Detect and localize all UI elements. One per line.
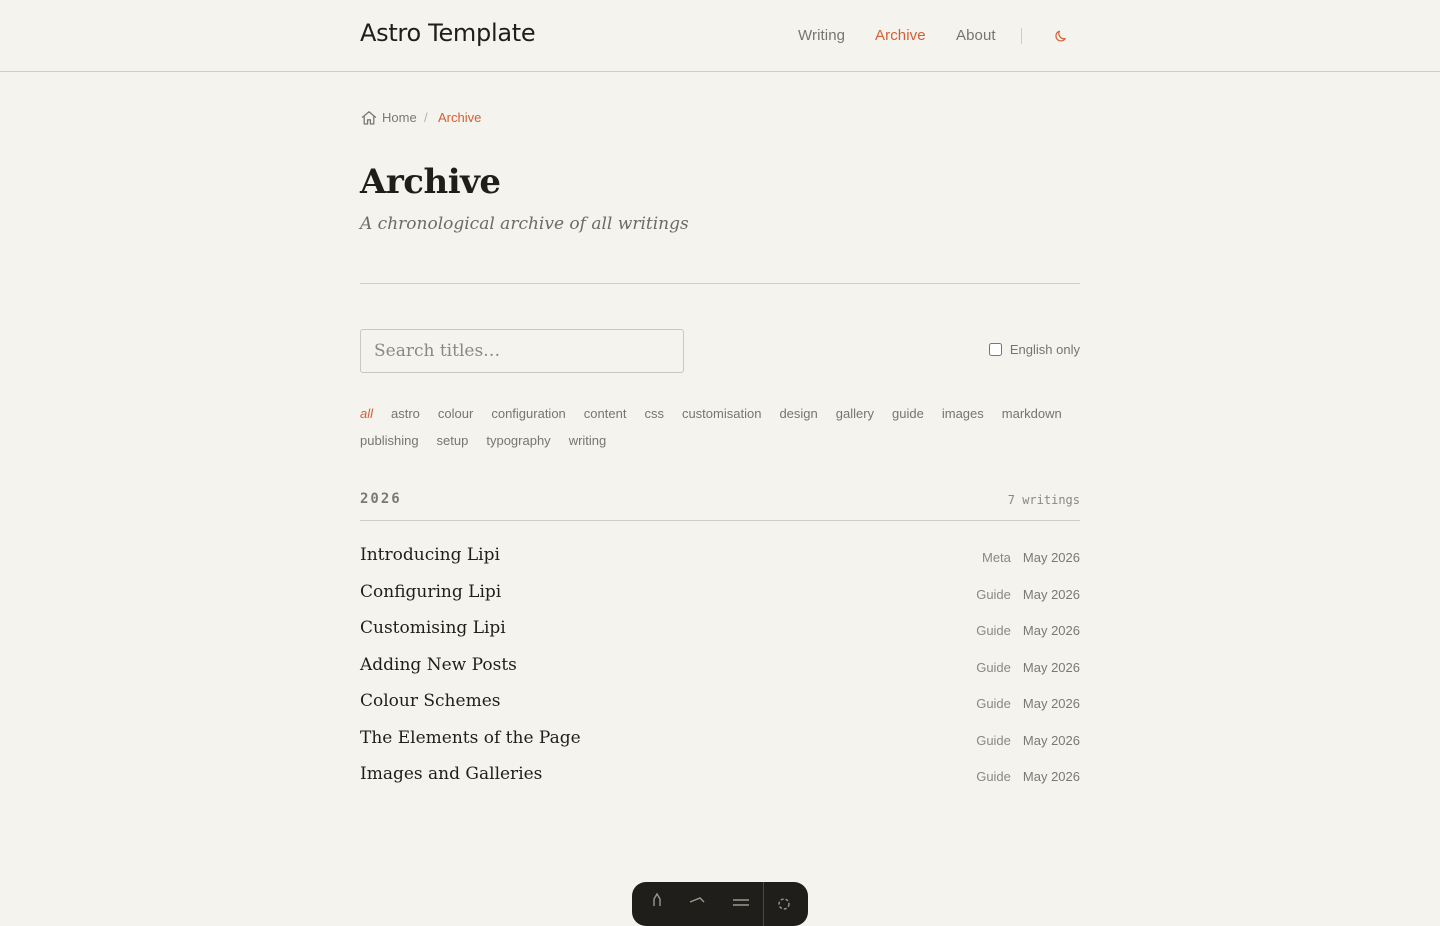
tag-astro[interactable]: astro xyxy=(391,400,420,427)
breadcrumb-separator: / xyxy=(424,110,428,125)
breadcrumb-home-label: Home xyxy=(382,110,417,125)
nav-about[interactable]: About xyxy=(956,27,996,44)
post-meta: Guide May 2026 xyxy=(976,769,1080,784)
post-row[interactable]: Introducing Lipi Meta May 2026 xyxy=(360,538,1080,575)
post-date: May 2026 xyxy=(1022,732,1080,748)
post-date: May 2026 xyxy=(1022,550,1080,565)
tag-filter-list: all astro colour configuration content css cus… xyxy=(360,400,1080,454)
post-category: Guide xyxy=(976,769,1011,784)
tag-publishing[interactable]: publishing xyxy=(360,427,419,454)
tag-design[interactable]: design xyxy=(779,400,817,427)
year-group-header: 2026 7 writings xyxy=(360,491,1080,511)
tag-all[interactable]: all xyxy=(360,400,373,427)
gear-icon xyxy=(778,898,790,910)
moon-icon xyxy=(1055,30,1066,42)
post-title[interactable]: Adding New Posts xyxy=(360,655,517,675)
post-category: Guide xyxy=(976,732,1011,748)
post-row[interactable]: Adding New Posts Guide May 2026 xyxy=(360,648,1080,685)
post-category: Meta xyxy=(982,550,1011,565)
tag-configuration[interactable]: configuration xyxy=(491,400,565,427)
home-icon xyxy=(361,111,377,125)
post-row[interactable]: The Elements of the Page Guide May 2026 xyxy=(360,721,1080,758)
nav-writing[interactable]: Writing xyxy=(798,27,845,44)
english-only-toggle[interactable]: English only xyxy=(988,342,1080,357)
post-title[interactable]: Configuring Lipi xyxy=(360,582,501,602)
year-divider xyxy=(360,520,1080,521)
site-title-link[interactable]: Astro Template xyxy=(360,19,536,47)
dock-menu-button[interactable] xyxy=(731,890,751,910)
page-title: Archive xyxy=(360,162,501,202)
post-title[interactable]: Customising Lipi xyxy=(360,618,506,638)
post-date: May 2026 xyxy=(1022,623,1080,638)
post-list: Introducing Lipi Meta May 2026 Configurin… xyxy=(360,538,1080,794)
dock-pen-button[interactable] xyxy=(647,890,667,910)
tag-guide[interactable]: guide xyxy=(892,400,924,427)
page-subtitle: A chronological archive of all writings xyxy=(360,214,689,234)
post-date: May 2026 xyxy=(1022,696,1080,711)
dock-divider xyxy=(763,882,764,926)
post-row[interactable]: Images and Galleries Guide May 2026 xyxy=(360,757,1080,794)
post-category: Guide xyxy=(976,586,1011,602)
post-meta: Guide May 2026 xyxy=(976,623,1080,638)
nav-archive[interactable]: Archive xyxy=(875,27,926,44)
post-title[interactable]: Introducing Lipi xyxy=(360,545,500,565)
post-category: Guide xyxy=(976,623,1011,638)
tag-markdown[interactable]: markdown xyxy=(1002,400,1062,427)
post-category: Guide xyxy=(976,696,1011,711)
tag-css[interactable]: css xyxy=(644,400,664,427)
tag-typography[interactable]: typography xyxy=(486,427,550,454)
tag-writing[interactable]: writing xyxy=(569,427,607,454)
tag-gallery[interactable]: gallery xyxy=(836,400,874,427)
tag-images[interactable]: images xyxy=(942,400,984,427)
floating-dock xyxy=(632,882,808,926)
tag-content[interactable]: content xyxy=(584,400,627,427)
post-row[interactable]: Customising Lipi Guide May 2026 xyxy=(360,611,1080,648)
nav-divider xyxy=(1021,28,1022,44)
theme-toggle-button[interactable] xyxy=(1052,26,1072,46)
pen-icon xyxy=(653,892,661,906)
post-meta: Guide May 2026 xyxy=(976,733,1080,748)
post-meta: Meta May 2026 xyxy=(982,550,1080,565)
writings-count: 7 writings xyxy=(1007,493,1080,507)
post-meta: Guide May 2026 xyxy=(976,587,1080,602)
highlight-icon xyxy=(689,897,705,903)
post-title[interactable]: Images and Galleries xyxy=(360,764,542,784)
menu-icon xyxy=(733,899,749,906)
post-date: May 2026 xyxy=(1022,769,1080,784)
header-divider xyxy=(360,283,1080,284)
post-row[interactable]: Colour Schemes Guide May 2026 xyxy=(360,684,1080,721)
breadcrumb-current: Archive xyxy=(438,110,482,125)
post-category: Guide xyxy=(976,659,1011,675)
tag-customisation[interactable]: customisation xyxy=(682,400,761,427)
tag-colour[interactable]: colour xyxy=(438,400,473,427)
post-title[interactable]: The Elements of the Page xyxy=(360,728,581,748)
search-input[interactable] xyxy=(360,329,684,373)
post-row[interactable]: Configuring Lipi Guide May 2026 xyxy=(360,575,1080,612)
dock-highlight-button[interactable] xyxy=(687,890,707,910)
year-label: 2026 xyxy=(360,491,402,507)
post-title[interactable]: Colour Schemes xyxy=(360,691,500,711)
site-header: Astro Template Writing Archive About xyxy=(0,0,1440,72)
tag-setup[interactable]: setup xyxy=(437,427,469,454)
post-meta: Guide May 2026 xyxy=(976,696,1080,711)
post-date: May 2026 xyxy=(1022,659,1080,675)
dock-settings-button[interactable] xyxy=(774,890,794,910)
post-date: May 2026 xyxy=(1022,586,1080,602)
english-only-label: English only xyxy=(1009,342,1080,357)
english-only-checkbox[interactable] xyxy=(988,343,1002,356)
post-meta: Guide May 2026 xyxy=(976,660,1080,675)
